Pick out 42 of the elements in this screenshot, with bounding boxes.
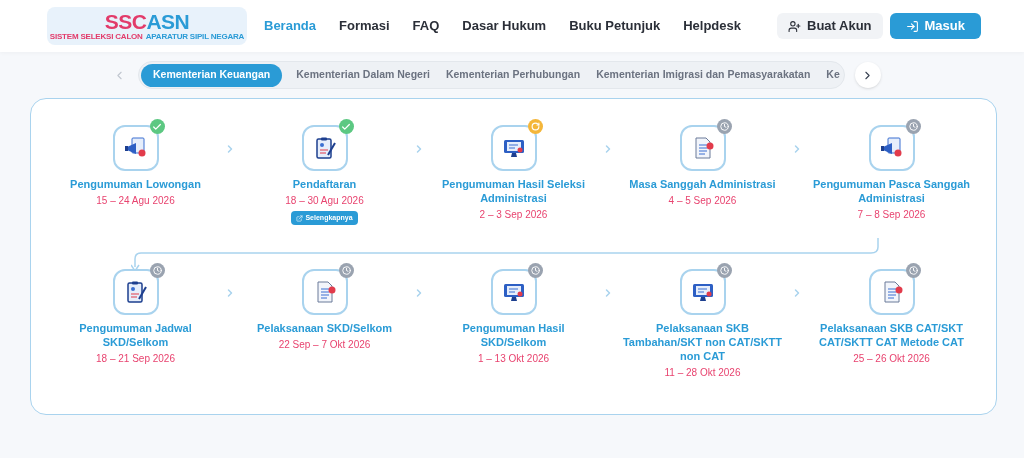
logo-text: SSC	[104, 11, 147, 32]
nav-link[interactable]: FAQ	[412, 16, 440, 36]
agency-tab[interactable]: Kementerian Imigrasi dan Pemasyarakatan	[594, 63, 813, 87]
nav-link[interactable]: Beranda	[264, 16, 317, 36]
step-date: 7 – 8 Sep 2026	[857, 208, 926, 221]
step-title: Pengumuman Jadwal SKD/Selkom	[78, 321, 193, 349]
nav-link[interactable]: Buku Petunjuk	[569, 16, 661, 36]
step-date: 18 – 21 Sep 2026	[96, 352, 175, 365]
logo-text: ASN	[146, 11, 190, 32]
step-date: 2 – 3 Sep 2026	[479, 208, 548, 221]
step-title: Pelaksanaan SKB CAT/SKT CAT/SKTT CAT Metode CAT	[818, 321, 965, 349]
agency-tab[interactable]: Kementerian Perhubungan	[443, 63, 583, 87]
step-title: Pengumuman Pasca Sanggah Administrasi	[811, 177, 972, 205]
step-date: 22 Sep – 7 Okt 2026	[278, 338, 371, 351]
logo-tagline: SISTEM SELEKSI CALON	[49, 32, 143, 41]
step-title: Pendaftaran	[292, 177, 357, 191]
login-icon	[905, 19, 919, 33]
nav-link[interactable]: Formasi	[339, 16, 390, 36]
nav-link[interactable]: Helpdesk	[683, 16, 741, 36]
agency-tab[interactable]: Ke	[824, 63, 842, 87]
step-title: Pengumuman Lowongan	[70, 177, 201, 191]
step-date: 15 – 24 Agu 2026	[96, 194, 175, 207]
step-date: 1 – 13 Okt 2026	[477, 352, 550, 365]
step-date: 25 – 26 Okt 2026	[853, 352, 930, 365]
step-title: Pelaksanaan SKD/Selkom	[256, 321, 393, 335]
step-title: Pengumuman Hasil Seleksi Administrasi	[440, 177, 587, 205]
step-title: Pelaksanaan SKB Tambahan/SKT non CAT/SKTT non CAT	[621, 321, 784, 363]
step-date: 4 – 5 Sep 2026	[668, 194, 737, 207]
step-date: 18 – 30 Agu 2026	[285, 194, 364, 207]
logo-tagline: APARATUR SIPIL NEGARA	[145, 32, 245, 41]
step-title: Pengumuman Hasil SKD/Selkom	[461, 321, 566, 349]
external-link-icon	[296, 214, 304, 222]
step-date: 11 – 28 Okt 2026	[664, 366, 741, 379]
agency-tab[interactable]: Kementerian Keuangan	[141, 63, 283, 87]
step-title: Masa Sanggah Administrasi	[629, 177, 776, 191]
nav-link[interactable]: Dasar Hukum	[462, 16, 547, 36]
agency-tab[interactable]: Kementerian Dalam Negeri	[294, 63, 432, 87]
add-user-icon	[788, 19, 801, 33]
register-button[interactable]: Buat Akun	[777, 13, 883, 39]
logo[interactable]: SSCASN SISTEM SELEKSI CALON APARATUR SIPIL NEGARA	[47, 7, 247, 45]
login-button[interactable]: Masuk	[889, 13, 981, 39]
next-button[interactable]	[854, 62, 881, 88]
